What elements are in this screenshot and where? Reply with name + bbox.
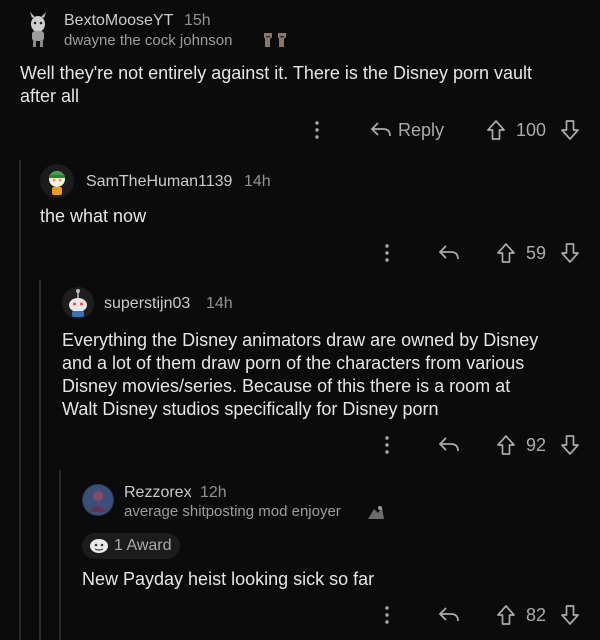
comment-body-line: after all xyxy=(20,86,80,106)
thread-line-3[interactable] xyxy=(59,470,61,640)
downvote-button[interactable] xyxy=(560,604,580,626)
comment-body-line: the what now xyxy=(40,206,147,226)
comment-body: Everything the Disney animators draw are… xyxy=(62,329,592,421)
award-badge[interactable]: 1 Award xyxy=(82,533,180,559)
comment-body-line: Walt Disney studios specifically for Dis… xyxy=(62,399,439,419)
comment-body-line: Disney movies/series. Because of this th… xyxy=(62,376,511,396)
reply-arrow-icon xyxy=(438,437,459,452)
comment-timestamp: 15h xyxy=(184,12,211,29)
upvote-arrow-icon xyxy=(487,120,505,140)
upvote-arrow-icon xyxy=(497,243,515,263)
comment-username[interactable]: Rezzorex xyxy=(124,484,192,502)
comment-body-line: New Payday heist looking sick so far xyxy=(82,569,375,589)
comment-timestamp: 14h xyxy=(244,173,271,190)
reply-arrow-icon xyxy=(438,607,459,622)
avatar[interactable] xyxy=(62,287,94,319)
more-vertical-icon[interactable] xyxy=(382,243,392,263)
reply-arrow-icon xyxy=(438,245,459,260)
flair-emoji-icon xyxy=(366,503,386,526)
comment-username[interactable]: superstijn03 xyxy=(104,295,190,313)
vote-count: 59 xyxy=(526,243,547,263)
user-flair: dwayne the cock johnson xyxy=(64,32,233,49)
reply-arrow-icon xyxy=(370,122,391,137)
reply-button[interactable] xyxy=(438,244,460,262)
reply-button[interactable]: Reply xyxy=(370,118,444,142)
avatar[interactable] xyxy=(82,484,114,516)
avatar[interactable] xyxy=(40,164,74,198)
upvote-button[interactable] xyxy=(496,242,516,264)
more-vertical-icon[interactable] xyxy=(382,605,392,625)
comment-body-line: Well they're not entirely against it. Th… xyxy=(20,63,533,83)
user-flair: average shitposting mod enjoyer xyxy=(124,503,341,520)
upvote-button[interactable] xyxy=(486,119,506,141)
comment-username[interactable]: SamTheHuman1139 xyxy=(86,173,232,191)
upvote-arrow-icon xyxy=(497,435,515,455)
downvote-button[interactable] xyxy=(560,434,580,456)
award-label: 1 Award xyxy=(114,537,172,554)
upvote-button[interactable] xyxy=(496,434,516,456)
more-vertical-icon[interactable] xyxy=(382,435,392,455)
award-icon xyxy=(90,539,108,553)
thread-line-2[interactable] xyxy=(39,280,41,640)
vote-count: 100 xyxy=(516,120,547,140)
upvote-button[interactable] xyxy=(496,604,516,626)
comment-body-line: and a lot of them draw porn of the chara… xyxy=(62,353,525,373)
vote-count: 92 xyxy=(526,435,547,455)
avatar[interactable] xyxy=(22,12,54,48)
comment-timestamp: 12h xyxy=(200,484,227,501)
comment-username[interactable]: BextoMooseYT xyxy=(64,12,173,30)
comment-body-line: Everything the Disney animators draw are… xyxy=(62,330,539,350)
flair-emoji-icon xyxy=(261,31,291,54)
reply-button[interactable] xyxy=(438,606,460,624)
vote-count: 82 xyxy=(526,605,547,625)
downvote-arrow-icon xyxy=(561,435,579,455)
reply-label: Reply xyxy=(398,119,445,140)
reply-button[interactable] xyxy=(438,436,460,454)
comment-body: New Payday heist looking sick so far xyxy=(82,568,582,591)
downvote-arrow-icon xyxy=(561,243,579,263)
downvote-button[interactable] xyxy=(560,119,580,141)
comment-timestamp: 14h xyxy=(206,295,233,312)
comment-body: Well they're not entirely against it. Th… xyxy=(20,62,590,108)
more-vertical-icon[interactable] xyxy=(312,120,322,140)
upvote-arrow-icon xyxy=(497,605,515,625)
thread-line-1[interactable] xyxy=(19,160,21,640)
comment-body: the what now xyxy=(40,205,580,228)
downvote-button[interactable] xyxy=(560,242,580,264)
downvote-arrow-icon xyxy=(561,120,579,140)
downvote-arrow-icon xyxy=(561,605,579,625)
